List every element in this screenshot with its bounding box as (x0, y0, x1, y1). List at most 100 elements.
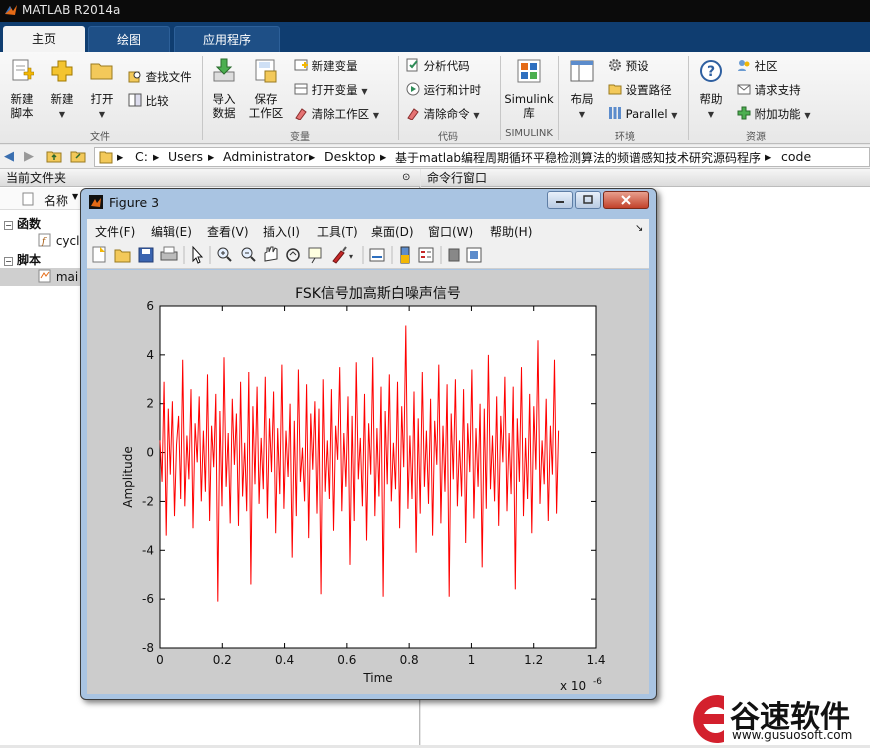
import-label-1: 导入 (212, 92, 236, 106)
section-scripts-label: 脚本 (17, 253, 42, 267)
compare-label: 比较 (145, 94, 169, 108)
insert-legend-icon[interactable] (418, 247, 434, 263)
folder-icon (99, 150, 113, 164)
tab-home[interactable]: 主页 (3, 26, 85, 52)
menu-help[interactable]: 帮助(H) (490, 223, 532, 240)
close-button[interactable] (603, 191, 649, 209)
pan-hand-icon[interactable] (264, 246, 278, 262)
layout-dropdown-icon[interactable]: ▼ (564, 108, 600, 122)
new-variable-label: 新建变量 (311, 59, 358, 73)
run-and-time-button[interactable]: 运行和计时 (406, 82, 481, 98)
dock-arrow-icon[interactable]: ↘ (635, 223, 643, 234)
back-arrow-icon[interactable]: ◀ (4, 149, 14, 164)
up-folder-icon[interactable] (46, 149, 62, 163)
compare-button[interactable]: 比较 (128, 93, 169, 109)
find-files-button[interactable]: 查找文件 (128, 69, 192, 85)
request-support-button[interactable]: 请求支持 (737, 82, 801, 98)
parallel-button[interactable]: Parallel ▼ (608, 106, 677, 124)
preferences-button[interactable]: 预设 (608, 58, 649, 74)
show-plot-tools-icon[interactable] (466, 247, 482, 263)
hide-plot-tools-icon[interactable] (448, 248, 460, 262)
zoom-in-icon[interactable] (217, 247, 232, 262)
clear-workspace-dropdown-icon[interactable]: ▼ (373, 111, 379, 120)
group-resources-label: 资源 (746, 132, 766, 143)
simulink-icon (517, 59, 541, 83)
open-variable-button[interactable]: 打开变量 ▼ (294, 82, 367, 100)
analyze-code-button[interactable]: 分析代码 (406, 58, 470, 74)
x-tick-label: 0.4 (275, 653, 294, 667)
figure-canvas[interactable]: FSK信号加高斯白噪声信号 Time Amplitude 0 0.2 0.4 0.6 0.8… (87, 270, 649, 694)
save-figure-icon[interactable] (138, 247, 154, 263)
ribbon-toolbar: 新建 脚本 新建 ▼ 打开 ▼ 查找文件 比较 文件 导入 数据 保存 工作区 … (0, 52, 870, 144)
clear-commands-button[interactable]: 清除命令 ▼ (406, 106, 479, 124)
pointer-icon[interactable] (192, 245, 204, 264)
x-tick-label: 1.4 (586, 653, 605, 667)
crumb-desktop[interactable]: Desktop (324, 149, 376, 164)
menu-edit[interactable]: 编辑(E) (151, 223, 192, 240)
sort-arrow-icon[interactable]: ▼ (72, 192, 78, 201)
parallel-dropdown-icon[interactable]: ▼ (671, 111, 677, 120)
insert-colorbar-icon[interactable] (400, 246, 410, 264)
new-figure-icon[interactable] (92, 246, 106, 263)
data-cursor-icon[interactable] (308, 247, 322, 264)
crumb-code[interactable]: code (781, 149, 811, 164)
function-file-name: cycl (55, 234, 80, 248)
rotate-3d-icon[interactable] (286, 248, 300, 262)
addons-dropdown-icon[interactable]: ▼ (804, 111, 810, 120)
brush-icon[interactable]: ▾ (332, 246, 353, 264)
clear-commands-dropdown-icon[interactable]: ▼ (473, 111, 479, 120)
menu-desktop[interactable]: 桌面(D) (371, 223, 414, 240)
crumb-project-folder[interactable]: 基于matlab编程周期循环平稳检测算法的频谱感知技术研究源码程序 (395, 149, 761, 166)
y-tick-label: 6 (146, 299, 154, 313)
open-file-icon[interactable] (114, 249, 131, 263)
figure-window[interactable]: Figure 3 文件(F) 编辑(E) 查看(V) 插入(I) 工具(T) 桌… (80, 188, 657, 700)
crumb-administrator[interactable]: Administrator (223, 149, 308, 164)
community-button[interactable]: 社区 (737, 58, 778, 74)
current-folder-header: 当前文件夹 ⊙ (0, 169, 420, 187)
minimize-icon (556, 201, 564, 203)
minimize-button[interactable] (547, 191, 573, 209)
app-title: MATLAB R2014a (22, 3, 121, 17)
open-variable-dropdown-icon[interactable]: ▼ (361, 87, 367, 96)
browse-folder-icon[interactable] (70, 149, 86, 163)
print-icon[interactable] (160, 246, 178, 261)
link-plot-icon[interactable] (369, 248, 385, 262)
new-variable-button[interactable]: 新建变量 (294, 58, 358, 74)
path-field[interactable]: ▸ C: ▸ Users ▸ Administrator ▸ Desktop ▸… (94, 147, 870, 167)
menu-window[interactable]: 窗口(W) (428, 223, 473, 240)
tab-plots[interactable]: 绘图 (88, 26, 170, 52)
menu-view[interactable]: 查看(V) (207, 223, 249, 240)
analyze-code-icon (406, 58, 418, 72)
maximize-button[interactable] (575, 191, 601, 209)
help-dropdown-icon[interactable]: ▼ (693, 108, 729, 122)
clear-workspace-button[interactable]: 清除工作区 ▼ (294, 106, 379, 124)
help-label: 帮助 (699, 92, 723, 106)
section-scripts[interactable]: − 脚本 (4, 251, 41, 268)
address-bar: ◀ ▶ ▸ C: ▸ Users ▸ Administrator ▸ Deskt… (0, 145, 870, 169)
new-dropdown-icon[interactable]: ▼ (44, 108, 80, 122)
menu-insert[interactable]: 插入(I) (263, 223, 300, 240)
set-path-button[interactable]: 设置路径 (608, 82, 672, 98)
plot-area[interactable]: FSK信号加高斯白噪声信号 Time Amplitude 0 0.2 0.4 0.6 0.8… (87, 270, 649, 694)
file-item-function[interactable]: f cycl (38, 233, 79, 251)
zoom-out-icon[interactable] (241, 247, 256, 262)
clear-commands-icon (407, 108, 419, 121)
tab-apps[interactable]: 应用程序 (174, 26, 280, 52)
crumb-drive[interactable]: C: (135, 149, 148, 164)
collapse-icon[interactable]: − (4, 257, 13, 266)
menu-file[interactable]: 文件(F) (95, 223, 135, 240)
x-tick-label: 1 (468, 653, 476, 667)
ribbon-separator (500, 56, 501, 140)
new-script-icon (12, 59, 34, 81)
open-dropdown-icon[interactable]: ▼ (84, 108, 120, 122)
menu-tools[interactable]: 工具(T) (317, 223, 358, 240)
forward-arrow-icon[interactable]: ▶ (24, 149, 34, 164)
name-column-header[interactable]: 名称 (44, 192, 68, 209)
crumb-users[interactable]: Users (168, 149, 203, 164)
gear-icon (609, 59, 621, 71)
panel-menu-icon[interactable]: ⊙ (402, 169, 410, 187)
x-axis-multiplier: x 10 (560, 679, 586, 693)
section-functions[interactable]: − 函数 (4, 215, 41, 232)
collapse-icon[interactable]: − (4, 221, 13, 230)
addons-button[interactable]: 附加功能 ▼ (737, 106, 810, 124)
